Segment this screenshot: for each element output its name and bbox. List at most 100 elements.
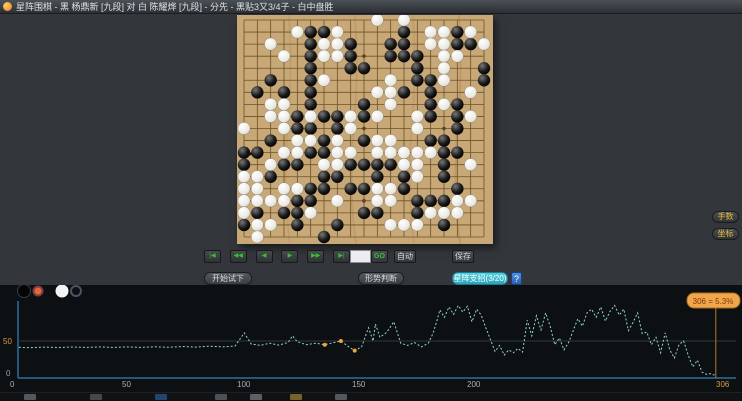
tray-app-icon[interactable] — [90, 394, 102, 400]
white-player-dot[interactable] — [55, 284, 69, 298]
go-button[interactable]: GO — [371, 250, 388, 263]
white-stone — [304, 134, 318, 148]
white-stone — [370, 109, 384, 123]
black-stone — [477, 74, 491, 87]
help-button[interactable]: ? — [511, 272, 522, 285]
white-stone — [330, 194, 344, 208]
go-board[interactable] — [237, 13, 493, 245]
black-selected-red-dot[interactable] — [32, 285, 44, 297]
highlight-move-dot[interactable] — [352, 348, 357, 353]
highlight-move-dot[interactable] — [322, 342, 327, 347]
nav-prev-move-button[interactable]: ◀ — [255, 250, 273, 263]
black-stone — [424, 134, 437, 147]
white-stone — [330, 158, 344, 172]
black-stone — [264, 74, 277, 87]
white-stone — [277, 49, 291, 63]
black-stone — [291, 122, 304, 135]
winrate-curve — [18, 304, 716, 376]
folder-icon[interactable] — [290, 394, 302, 400]
y-tick-0: 0 — [6, 369, 11, 378]
white-stone — [264, 158, 278, 172]
white-stone — [464, 85, 478, 99]
white-stone — [277, 194, 291, 208]
browser-icon[interactable] — [155, 394, 167, 400]
nav-next-move-button[interactable]: ▶ — [281, 250, 299, 263]
white-stone — [344, 109, 358, 123]
black-stone — [304, 146, 317, 159]
black-stone — [424, 194, 437, 208]
black-stone — [397, 170, 411, 183]
white-stone — [450, 49, 464, 63]
black-stone — [344, 182, 357, 195]
star-point — [362, 199, 366, 203]
app-icon-3[interactable] — [335, 394, 347, 400]
black-stone — [424, 74, 437, 87]
start-icon[interactable] — [24, 394, 36, 400]
black-stone — [331, 218, 344, 232]
black-stone — [304, 62, 317, 75]
window-icon-2[interactable] — [250, 394, 262, 400]
white-stone — [344, 146, 358, 160]
white-stone — [437, 49, 451, 63]
black-stone — [344, 158, 357, 171]
white-stone — [330, 134, 344, 148]
white-stone — [437, 37, 451, 51]
black-stone — [277, 86, 291, 99]
highlight-move-dot[interactable] — [338, 339, 343, 343]
white-stone — [384, 85, 398, 99]
black-stone — [317, 146, 331, 159]
window-icon[interactable] — [215, 394, 227, 400]
black-stone — [357, 158, 371, 171]
x-tick: 50 — [122, 380, 131, 389]
nav-last-move-button[interactable]: ▶| — [333, 250, 350, 263]
nav-fast-backward-button[interactable]: ◀◀ — [229, 250, 247, 263]
white-stone — [410, 146, 424, 160]
coordinates-toggle[interactable]: 坐标 — [712, 228, 739, 240]
black-player-dot[interactable] — [17, 284, 31, 298]
black-stone — [424, 110, 437, 123]
save-button[interactable]: 保存 — [452, 250, 474, 263]
black-stone — [384, 158, 397, 171]
black-stone — [304, 74, 317, 87]
white-stone — [290, 146, 304, 160]
black-stone — [357, 134, 371, 147]
x-tick: 0 — [10, 380, 15, 389]
white-stone — [370, 182, 384, 196]
white-stone — [384, 146, 398, 160]
white-stone — [317, 37, 331, 51]
position-judge-button[interactable]: 形势判断 — [358, 272, 404, 285]
white-stone — [264, 194, 278, 208]
white-unselected-ring[interactable] — [70, 285, 82, 297]
white-stone — [397, 146, 411, 160]
white-stone — [370, 194, 384, 208]
white-stone — [290, 182, 304, 196]
black-stone — [357, 110, 371, 123]
ai-suggest-button[interactable]: 星阵支招(3/20) — [452, 272, 508, 285]
start-trial-button[interactable]: 开始试下 — [204, 272, 252, 285]
white-stone — [384, 97, 398, 111]
white-stone — [410, 122, 424, 135]
black-stone — [331, 110, 344, 123]
winrate-graph-panel[interactable]: 50 0 0 50 100 150 200 306 306 = 5.3% — [0, 284, 742, 392]
go-board-svg — [237, 13, 493, 245]
move-number-input[interactable] — [350, 250, 371, 263]
star-point — [362, 126, 366, 131]
black-stone — [237, 158, 251, 171]
black-stone — [371, 158, 384, 171]
black-stone — [451, 37, 464, 51]
white-stone — [264, 97, 278, 111]
white-stone — [424, 206, 438, 220]
black-stone — [251, 146, 264, 159]
white-stone — [277, 97, 291, 111]
black-stone — [411, 49, 424, 63]
white-stone — [464, 194, 478, 208]
nav-first-move-button[interactable]: |◀ — [204, 250, 221, 263]
nav-fast-forward-button[interactable]: ▶▶ — [307, 250, 325, 263]
move-numbers-toggle[interactable]: 手数 — [712, 211, 739, 223]
white-stone — [317, 49, 331, 63]
black-stone — [384, 37, 397, 51]
auto-play-button[interactable]: 自动 — [394, 250, 416, 263]
black-stone — [331, 170, 344, 183]
black-stone — [264, 134, 277, 147]
black-stone — [304, 98, 317, 111]
